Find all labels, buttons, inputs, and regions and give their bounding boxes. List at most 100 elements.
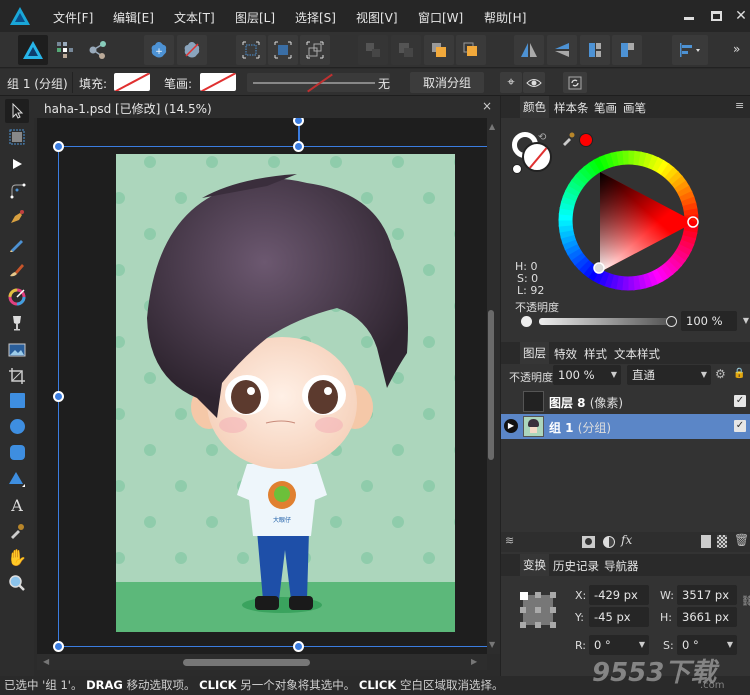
zoom-tool[interactable] xyxy=(5,571,29,595)
eyedropper-icon[interactable] xyxy=(561,132,575,146)
anchor-point-selector[interactable] xyxy=(520,592,556,628)
rounded-rectangle-tool[interactable] xyxy=(5,440,29,464)
scroll-down-arrow-icon[interactable]: ▼ xyxy=(489,640,495,649)
ellipse-tool[interactable] xyxy=(5,414,29,438)
menu-view[interactable]: 视图[V] xyxy=(356,9,398,26)
picked-color-swatch[interactable] xyxy=(579,133,593,147)
h-input[interactable]: 3661 px xyxy=(677,607,737,627)
crop-tool[interactable] xyxy=(5,364,29,388)
mask-icon[interactable] xyxy=(582,536,595,548)
panel-menu-icon[interactable]: ≡ xyxy=(735,99,744,112)
snap-grid-alt-button[interactable] xyxy=(268,35,298,65)
place-image-tool[interactable] xyxy=(5,338,29,362)
handle-top-center[interactable] xyxy=(293,141,304,152)
menu-file[interactable]: 文件[F] xyxy=(53,9,93,26)
saturation-handle[interactable] xyxy=(593,262,605,274)
layer-item[interactable]: 图层 8 (像素) ✓ xyxy=(501,389,750,414)
move-to-back-button[interactable] xyxy=(358,35,388,65)
ungroup-button[interactable]: 取消分组 xyxy=(410,72,484,93)
toolbar-overflow-button[interactable]: » xyxy=(733,42,740,56)
rotate-right-button[interactable] xyxy=(612,35,642,65)
tab-text-styles[interactable]: 文本样式 xyxy=(614,346,660,362)
opacity-slider[interactable] xyxy=(539,318,669,325)
align-dropdown-button[interactable] xyxy=(672,35,708,65)
x-input[interactable]: -429 px xyxy=(589,585,649,605)
photo-persona-button[interactable] xyxy=(18,35,48,65)
y-input[interactable]: -45 px xyxy=(589,607,649,627)
move-forward-one-button[interactable] xyxy=(424,35,454,65)
swap-colors-icon[interactable]: ⟲ xyxy=(538,132,546,143)
horizontal-scroll-thumb[interactable] xyxy=(183,659,310,666)
fx-icon[interactable]: fx xyxy=(621,533,632,547)
expand-group-icon[interactable]: ▶ xyxy=(504,419,518,433)
gear-icon[interactable]: ⚙ xyxy=(715,367,726,381)
tab-transform[interactable]: 变换 xyxy=(520,554,549,576)
view-tool[interactable]: ✋ xyxy=(5,545,29,569)
close-document-button[interactable]: × xyxy=(482,99,492,113)
fill-color-well[interactable] xyxy=(522,142,552,172)
tab-layers[interactable]: 图层 xyxy=(520,342,549,364)
link-icon[interactable]: ⛓ xyxy=(741,596,750,607)
tab-swatches[interactable]: 样本条 xyxy=(554,100,589,116)
tab-history[interactable]: 历史记录 xyxy=(553,558,599,574)
artboard-tool[interactable] xyxy=(5,125,29,149)
tab-navigator[interactable]: 导航器 xyxy=(604,558,639,574)
menu-help[interactable]: 帮助[H] xyxy=(484,9,526,26)
layers-stack-icon[interactable]: ≋ xyxy=(505,534,514,547)
layer-opacity-input[interactable]: 100 % ▼ xyxy=(553,365,621,385)
stroke-width-slider[interactable]: 无 xyxy=(247,73,390,93)
maximize-button[interactable] xyxy=(706,6,726,26)
vector-brush-tool[interactable] xyxy=(5,258,29,282)
menu-layer[interactable]: 图层[L] xyxy=(235,9,275,26)
visibility-toggle[interactable] xyxy=(523,72,545,93)
menu-edit[interactable]: 编辑[E] xyxy=(113,9,154,26)
close-button[interactable]: ✕ xyxy=(731,6,750,26)
transform-origin-button[interactable] xyxy=(300,35,330,65)
rectangle-tool[interactable] xyxy=(5,388,29,412)
fill-swatch[interactable] xyxy=(114,73,150,91)
scroll-right-arrow-icon[interactable]: ▶ xyxy=(471,657,477,666)
new-pixel-layer-icon[interactable] xyxy=(717,535,727,548)
opacity-input[interactable]: 100 % ▼ xyxy=(681,311,749,331)
fill-tool[interactable] xyxy=(5,285,29,309)
pen-tool[interactable] xyxy=(5,205,29,229)
move-to-front-button[interactable] xyxy=(456,35,486,65)
pixel-persona-button[interactable] xyxy=(50,35,80,65)
layer-item-selected[interactable]: ▶ 组 1 (分组) ✓ xyxy=(501,414,750,439)
adjustment-icon[interactable] xyxy=(603,536,615,548)
color-wheel[interactable] xyxy=(556,148,701,293)
canvas[interactable]: 大眼仔 xyxy=(37,118,487,654)
scroll-left-arrow-icon[interactable]: ◀ xyxy=(43,657,49,666)
rotate-sync-button[interactable] xyxy=(563,72,587,93)
lock-icon[interactable]: 🔒 xyxy=(733,368,745,379)
scroll-up-arrow-icon[interactable]: ▲ xyxy=(489,122,495,131)
menu-window[interactable]: 窗口[W] xyxy=(418,9,463,26)
triangle-tool[interactable] xyxy=(5,467,29,491)
blend-mode-select[interactable]: 直通 ▼ xyxy=(627,365,711,385)
minimize-button[interactable] xyxy=(679,6,699,26)
insert-inside-button[interactable]: + xyxy=(144,35,174,65)
stroke-swatch[interactable] xyxy=(200,73,236,91)
handle-middle-left[interactable] xyxy=(53,391,64,402)
color-picker-tool[interactable] xyxy=(5,519,29,543)
layer-visibility-checkbox[interactable]: ✓ xyxy=(734,395,746,407)
trash-icon[interactable]: 🗑 xyxy=(734,533,749,547)
document-tab[interactable]: haha-1.psd [已修改] (14.5%) × xyxy=(34,96,500,118)
handle-bottom-left[interactable] xyxy=(53,641,64,652)
tab-color[interactable]: 颜色 xyxy=(520,96,549,118)
menu-text[interactable]: 文本[T] xyxy=(174,9,215,26)
export-persona-button[interactable] xyxy=(83,35,113,65)
corner-tool[interactable] xyxy=(5,178,29,202)
node-tool[interactable] xyxy=(5,152,29,176)
tab-stroke[interactable]: 笔画 xyxy=(594,100,617,116)
tab-brushes[interactable]: 画笔 xyxy=(623,100,646,116)
w-input[interactable]: 3517 px xyxy=(677,585,737,605)
tab-styles[interactable]: 样式 xyxy=(584,346,607,362)
transparency-tool[interactable] xyxy=(5,311,29,335)
no-insert-button[interactable] xyxy=(177,35,207,65)
vertical-scroll-thumb[interactable] xyxy=(488,310,494,460)
flip-vertical-button[interactable] xyxy=(547,35,577,65)
handle-top-left[interactable] xyxy=(53,141,64,152)
rotate-left-button[interactable] xyxy=(580,35,610,65)
transform-origin-toggle[interactable]: ⌖ xyxy=(500,72,522,93)
